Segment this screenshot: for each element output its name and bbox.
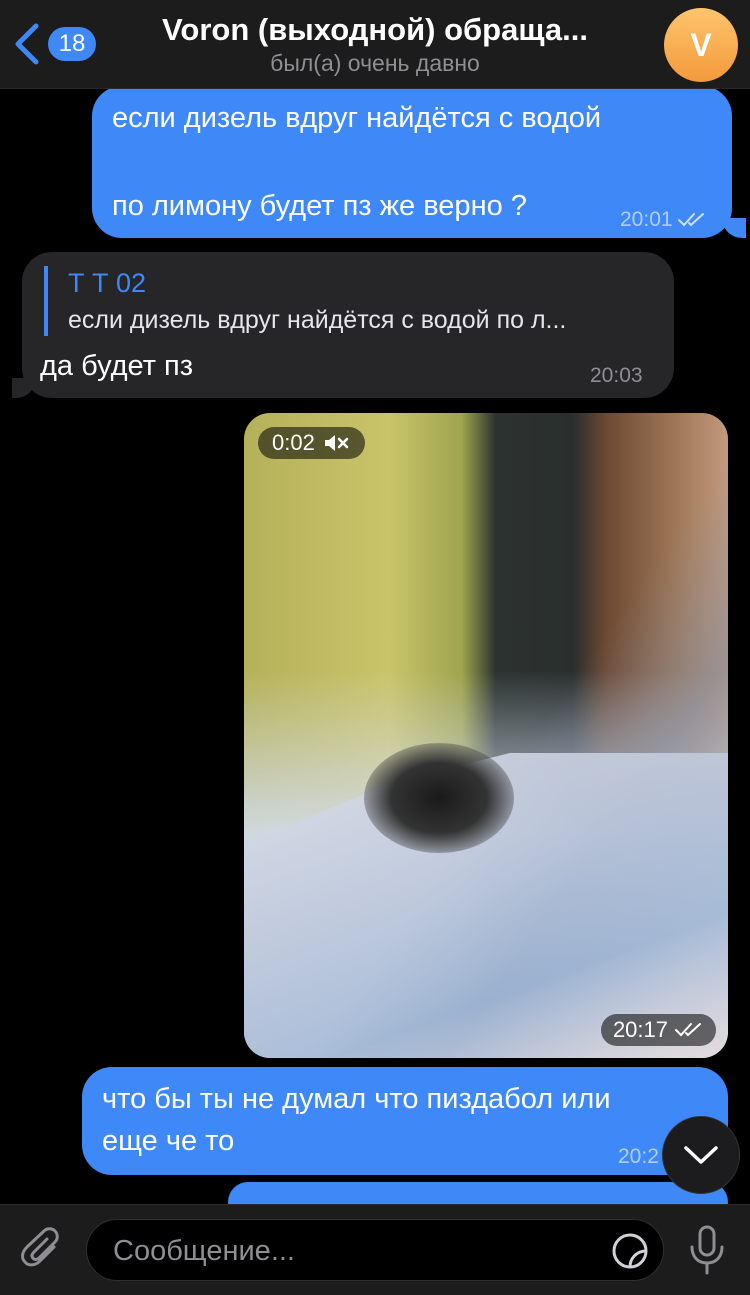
message-text: да будет пз [40,350,194,382]
message-field [86,1219,664,1282]
message-time: 20:2 [618,1145,659,1168]
message-time: 20:01 [620,202,707,238]
message-input-bar [0,1204,750,1295]
message-bubble-outgoing[interactable]: если дизель вдруг найдётся с водой по ли… [92,86,732,238]
message-bubble-outgoing[interactable]: что бы ты не думал что пиздабол или еще … [82,1067,728,1175]
back-chevron-icon [15,23,39,65]
duration-text: 0:02 [272,430,315,455]
message-text-line: по лимону будет пз же верно ? [112,190,527,222]
microphone-button[interactable] [688,1225,726,1282]
video-duration[interactable]: 0:02 [258,427,365,459]
bubble-tail [12,378,36,398]
reply-author: Т Т 02 [68,268,147,298]
microphone-icon [690,1225,724,1275]
avatar-letter: V [690,26,712,63]
time-text: 20:17 [612,1017,668,1042]
back-button[interactable]: 18 [12,18,112,70]
avatar[interactable]: V [664,8,738,82]
message-text-line: что бы ты не думал что пиздабол или [102,1083,611,1115]
chevron-down-icon [684,1146,718,1164]
chat-title[interactable]: Voron (выходной) обраща... [150,12,600,48]
unread-badge: 18 [48,27,96,61]
sticker-button[interactable] [611,1232,649,1275]
message-text-line: если дизель вдруг найдётся с водой [112,102,602,134]
message-time: 20:03 [590,364,643,387]
reply-snippet: если дизель вдруг найдётся с водой по л.… [68,306,567,334]
speaker-muted-icon [324,435,349,451]
scroll-to-bottom-button[interactable] [662,1116,740,1194]
double-check-icon [677,213,704,227]
paperclip-icon [21,1227,59,1267]
reply-quote[interactable]: Т Т 02 если дизель вдруг найдётся с водо… [44,266,654,336]
video-frame-shadow [364,743,514,853]
time-text: 20:01 [620,208,673,231]
video-message[interactable]: 0:02 20:17 [244,413,728,1058]
double-check-icon [675,1023,701,1037]
attach-button[interactable] [20,1227,66,1278]
chat-header: 18 Voron (выходной) обраща... был(а) оче… [0,0,750,89]
last-seen-status: был(а) очень давно [270,50,480,76]
message-text-line: еще че то [102,1125,235,1157]
bubble-tail [722,218,746,238]
sticker-icon [612,1233,648,1269]
message-input[interactable] [111,1220,595,1282]
video-timestamp: 20:17 [600,1014,716,1046]
